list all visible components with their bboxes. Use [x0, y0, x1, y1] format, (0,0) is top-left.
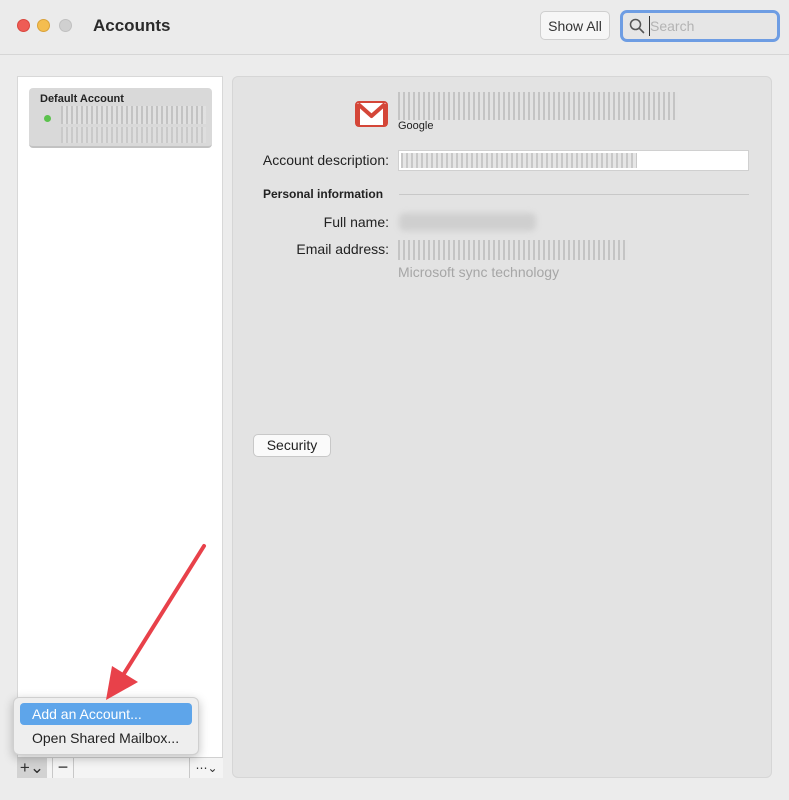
- gmail-icon: [355, 101, 388, 127]
- remove-account-button[interactable]: −: [52, 758, 74, 778]
- more-options-button[interactable]: ⋯⌄: [189, 758, 223, 778]
- menu-item-open-shared-mailbox[interactable]: Open Shared Mailbox...: [20, 727, 192, 749]
- redacted-email-address[interactable]: [398, 240, 628, 260]
- add-account-button[interactable]: +⌄: [17, 758, 47, 778]
- redacted-full-name[interactable]: [399, 213, 536, 231]
- personal-information-heading: Personal information: [263, 187, 384, 201]
- account-description-field[interactable]: [398, 150, 749, 171]
- add-account-menu: Add an Account... Open Shared Mailbox...: [13, 697, 199, 755]
- sync-technology-note: Microsoft sync technology: [398, 264, 560, 280]
- annotation-arrow: [106, 544, 206, 700]
- status-online-icon: [44, 115, 51, 122]
- email-address-label: Email address:: [296, 241, 389, 257]
- account-description-label: Account description:: [262, 152, 389, 168]
- search-icon: [629, 18, 645, 34]
- redacted-account-type: [61, 127, 206, 143]
- zoom-window-button[interactable]: [59, 19, 72, 32]
- security-button[interactable]: Security: [253, 434, 331, 457]
- account-list-item[interactable]: Default Account: [29, 88, 212, 148]
- account-detail-panel: Google Account description: Personal inf…: [232, 76, 772, 778]
- redacted-description: [401, 153, 637, 168]
- section-divider: [399, 194, 749, 195]
- window-title: Accounts: [93, 16, 171, 35]
- minimize-window-button[interactable]: [37, 19, 50, 32]
- account-name: Default Account: [40, 93, 124, 105]
- menu-item-add-account[interactable]: Add an Account...: [20, 703, 192, 725]
- title-bar: Accounts Show All: [0, 0, 789, 55]
- sidebar-bottom-bar: +⌄ − ⋯⌄: [17, 757, 223, 778]
- show-all-button[interactable]: Show All: [540, 11, 610, 40]
- full-name-label: Full name:: [323, 214, 389, 230]
- provider-name: Google: [398, 120, 434, 132]
- search-input[interactable]: [649, 16, 774, 36]
- redacted-email: [61, 106, 206, 124]
- close-window-button[interactable]: [17, 19, 30, 32]
- redacted-account-email: [398, 92, 678, 120]
- search-field[interactable]: [620, 10, 780, 42]
